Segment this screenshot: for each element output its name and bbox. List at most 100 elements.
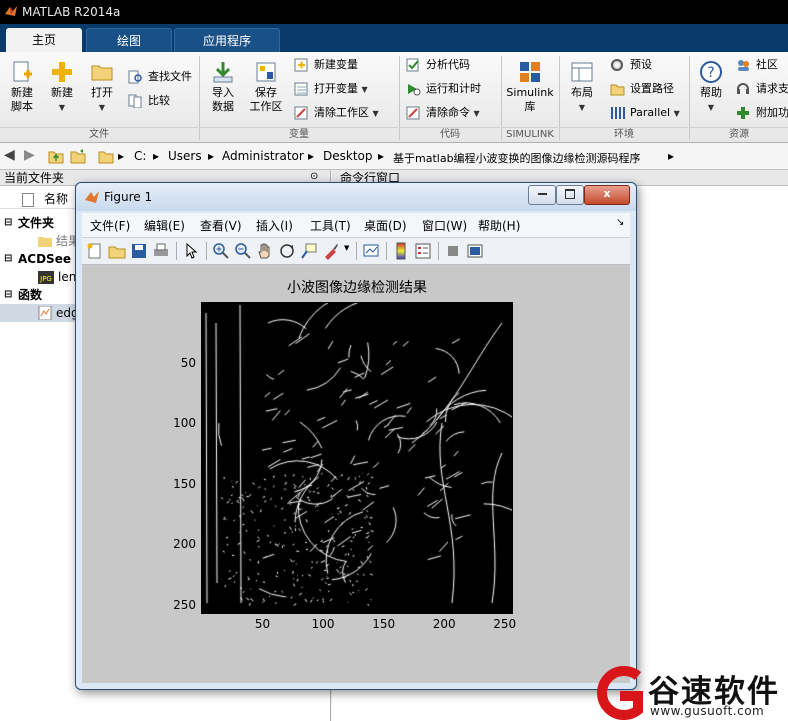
menu-view[interactable]: 查看(V) bbox=[200, 217, 242, 234]
import-data-button[interactable]: 导入 数据 bbox=[204, 60, 242, 114]
gear-icon bbox=[611, 59, 623, 71]
minimize-icon bbox=[537, 193, 547, 195]
figure-canvas[interactable]: 小波图像边缘检测结果 50 100 150 200 250 50 100 150 200 250 bbox=[82, 265, 630, 683]
group-label-file: 文件 bbox=[0, 127, 198, 142]
rotate-3d-icon[interactable] bbox=[278, 242, 296, 260]
save-icon[interactable] bbox=[130, 242, 148, 260]
link-plot-icon[interactable] bbox=[362, 242, 380, 260]
chevron-down-icon: ▼ bbox=[58, 103, 66, 112]
clear-workspace-button[interactable]: 清除工作区 ▼ bbox=[294, 104, 379, 122]
tab-home[interactable]: 主页 bbox=[6, 28, 82, 52]
parallel-button[interactable]: Parallel ▼ bbox=[610, 104, 680, 122]
figure-title-bar[interactable]: Figure 1 x bbox=[76, 183, 636, 211]
hide-plot-tools-icon[interactable] bbox=[444, 242, 462, 260]
collapse-icon[interactable]: ⊟ bbox=[4, 286, 12, 304]
jpg-file-icon: JPG bbox=[38, 271, 54, 284]
community-button[interactable]: 社区 bbox=[736, 56, 778, 74]
breadcrumb-c-drive[interactable]: C: bbox=[134, 149, 146, 163]
new-figure-icon[interactable] bbox=[86, 242, 104, 260]
zoom-in-icon[interactable] bbox=[212, 242, 230, 260]
legend-icon[interactable] bbox=[414, 242, 432, 260]
breadcrumb-separator: ▸ bbox=[668, 149, 675, 163]
new-variable-icon bbox=[294, 58, 308, 72]
panel-menu-icon[interactable]: ⊙ bbox=[310, 171, 318, 182]
menu-window[interactable]: 窗口(W) bbox=[422, 217, 467, 234]
add-ons-icon bbox=[737, 107, 749, 119]
save-workspace-button[interactable]: 保存 工作区 bbox=[246, 60, 286, 114]
colorbar-icon[interactable] bbox=[392, 242, 410, 260]
menu-edit[interactable]: 编辑(E) bbox=[144, 217, 185, 234]
open-button[interactable]: 打开 ▼ bbox=[84, 60, 120, 115]
up-folder-icon[interactable] bbox=[48, 148, 64, 164]
find-files-icon bbox=[128, 70, 142, 84]
svg-text:?: ? bbox=[707, 65, 714, 81]
data-cursor-icon[interactable] bbox=[300, 242, 318, 260]
breadcrumb-users[interactable]: Users bbox=[168, 149, 202, 163]
dock-arrow-icon[interactable]: ↘ bbox=[616, 217, 624, 228]
chevron-down-icon: ▼ bbox=[578, 103, 586, 112]
toolbar-divider bbox=[176, 242, 177, 260]
x-tick-label: 50 bbox=[254, 617, 271, 631]
menu-tools[interactable]: 工具(T) bbox=[310, 217, 351, 234]
simulink-icon bbox=[520, 62, 540, 82]
open-file-icon[interactable] bbox=[108, 242, 126, 260]
menu-help[interactable]: 帮助(H) bbox=[478, 217, 520, 234]
toolbar-divider bbox=[356, 242, 357, 260]
breadcrumb-desktop[interactable]: Desktop bbox=[323, 149, 373, 163]
brush-icon[interactable] bbox=[322, 242, 340, 260]
pointer-icon[interactable] bbox=[182, 242, 200, 260]
clear-commands-button[interactable]: 清除命令 ▼ bbox=[406, 104, 480, 122]
figure-window[interactable]: Figure 1 x 文件(F) 编辑(E) 查看(V) 插入(I) 工具(T)… bbox=[75, 182, 637, 690]
menu-file[interactable]: 文件(F) bbox=[90, 217, 130, 234]
open-variable-button[interactable]: 打开变量 ▼ bbox=[294, 80, 368, 98]
zoom-out-icon[interactable] bbox=[234, 242, 252, 260]
breadcrumb-project-folder[interactable]: 基于matlab编程小波变换的图像边缘检测源码程序 bbox=[393, 150, 641, 166]
menu-insert[interactable]: 插入(I) bbox=[256, 217, 293, 234]
browse-folder-icon[interactable] bbox=[70, 148, 86, 164]
help-button[interactable]: ? 帮助 ▼ bbox=[694, 60, 728, 115]
compare-button[interactable]: 比较 bbox=[128, 92, 170, 110]
back-arrow-icon[interactable]: ◀ bbox=[4, 147, 15, 163]
close-button[interactable]: x bbox=[584, 185, 630, 205]
set-path-button[interactable]: 设置路径 bbox=[610, 80, 674, 98]
collapse-icon[interactable]: ⊟ bbox=[4, 250, 12, 268]
maximize-button[interactable] bbox=[556, 185, 584, 205]
chevron-down-icon[interactable]: ▼ bbox=[344, 244, 349, 252]
run-and-time-button[interactable]: 运行和计时 bbox=[406, 80, 481, 98]
new-button[interactable]: 新建 ▼ bbox=[44, 60, 80, 115]
print-icon[interactable] bbox=[152, 242, 170, 260]
pan-hand-icon[interactable] bbox=[256, 242, 274, 260]
chevron-down-icon: ▼ bbox=[673, 109, 680, 118]
tab-apps[interactable]: 应用程序 bbox=[174, 28, 280, 53]
show-plot-tools-icon[interactable] bbox=[466, 242, 484, 260]
minimize-button[interactable] bbox=[528, 185, 556, 205]
preferences-button[interactable]: 预设 bbox=[610, 56, 652, 74]
new-script-icon bbox=[13, 61, 32, 82]
analyze-code-icon bbox=[406, 58, 419, 72]
image-axes[interactable] bbox=[201, 302, 513, 614]
tab-plots[interactable]: 绘图 bbox=[86, 28, 172, 53]
simulink-library-button[interactable]: Simulink 库 bbox=[504, 60, 556, 114]
figure-menubar: 文件(F) 编辑(E) 查看(V) 插入(I) 工具(T) 桌面(D) 窗口(W… bbox=[82, 213, 630, 238]
y-tick-label: 100 bbox=[173, 416, 196, 431]
analyze-code-button[interactable]: 分析代码 bbox=[406, 56, 470, 74]
y-tick-label: 50 bbox=[180, 355, 196, 370]
menu-desktop[interactable]: 桌面(D) bbox=[364, 217, 407, 234]
address-bar: ◀ ▶ ▸ C: ▸ Users ▸ Administrator ▸ Deskt… bbox=[0, 143, 788, 170]
layout-button[interactable]: 布局 ▼ bbox=[564, 60, 600, 115]
toolbar-divider bbox=[386, 242, 387, 260]
chevron-down-icon: ▼ bbox=[361, 85, 368, 94]
forward-arrow-icon[interactable]: ▶ bbox=[24, 147, 35, 163]
chevron-down-icon: ▼ bbox=[707, 103, 715, 112]
x-tick-label: 250 bbox=[493, 617, 517, 631]
x-tick-label: 150 bbox=[372, 617, 396, 631]
new-script-button[interactable]: 新建 脚本 bbox=[4, 60, 40, 114]
request-support-button[interactable]: 请求支 bbox=[736, 80, 788, 98]
x-tick-label: 200 bbox=[432, 617, 456, 631]
breadcrumb-administrator[interactable]: Administrator bbox=[222, 149, 304, 163]
collapse-icon[interactable]: ⊟ bbox=[4, 214, 12, 232]
add-ons-button[interactable]: 附加功 bbox=[736, 104, 788, 122]
find-files-button[interactable]: 查找文件 bbox=[128, 68, 192, 86]
new-variable-button[interactable]: 新建变量 bbox=[294, 56, 358, 74]
svg-text:JPG: JPG bbox=[39, 275, 52, 283]
